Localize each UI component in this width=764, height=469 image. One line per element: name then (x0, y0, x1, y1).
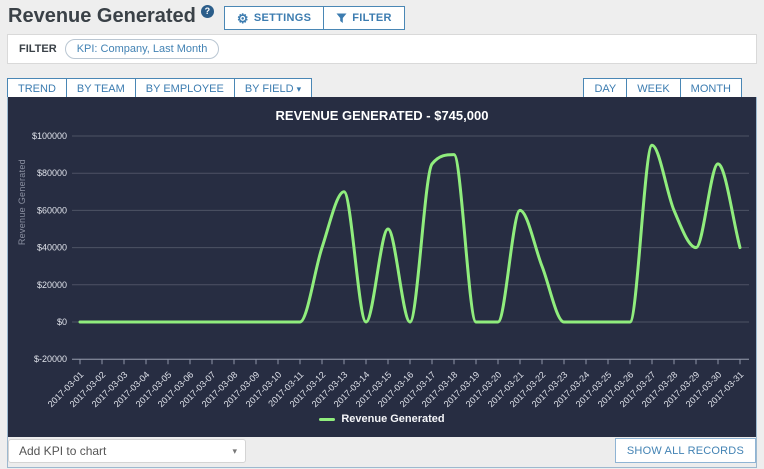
gear-icon: ⚙ (236, 10, 249, 26)
filter-bar: FILTER KPI: Company, Last Month (7, 34, 757, 64)
legend-label: Revenue Generated (341, 413, 445, 425)
svg-text:$100000: $100000 (32, 131, 67, 141)
y-axis-title: Revenue Generated (17, 159, 27, 246)
svg-text:$80000: $80000 (37, 168, 67, 178)
tab-week[interactable]: WEEK (626, 78, 681, 98)
tab-by-field-label: BY FIELD (244, 83, 294, 95)
legend-item-revenue-generated[interactable]: Revenue Generated (8, 413, 756, 425)
view-tabs: TREND BY TEAM BY EMPLOYEE BY FIELD ▾ (7, 78, 313, 98)
tab-trend[interactable]: TREND (7, 78, 67, 98)
chart-svg: $-20000 $0 $20000 $40000 $60000 $80000 $100000… (32, 131, 749, 409)
svg-text:$20000: $20000 (37, 280, 67, 290)
filter-bar-label: FILTER (19, 43, 57, 55)
tab-by-team[interactable]: BY TEAM (65, 78, 136, 98)
chart-panel: $-20000 $0 $20000 $40000 $60000 $80000 $100000… (7, 97, 757, 468)
tab-day[interactable]: DAY (583, 78, 628, 98)
chevron-down-icon: ▾ (296, 84, 302, 94)
svg-text:$60000: $60000 (37, 205, 67, 215)
tab-by-employee[interactable]: BY EMPLOYEE (134, 78, 235, 98)
legend-line-icon (319, 417, 336, 421)
filter-button[interactable]: FILTER (323, 6, 405, 30)
chart-title: REVENUE GENERATED - $745,000 (275, 108, 489, 123)
chart-area: $-20000 $0 $20000 $40000 $60000 $80000 $100000… (8, 97, 756, 437)
add-kpi-select-value: Add KPI to chart (19, 444, 107, 458)
select-caret-icon: ▾ (232, 445, 237, 456)
svg-text:$-20000: $-20000 (34, 354, 67, 364)
period-tabs: DAY WEEK MONTH (583, 78, 742, 98)
header-button-group: ⚙ SETTINGS FILTER (223, 6, 405, 30)
settings-button-label: SETTINGS (253, 12, 312, 24)
panel-footer: Add KPI to chart ▾ SHOW ALL RECORDS (8, 437, 756, 466)
svg-text:$40000: $40000 (37, 243, 67, 253)
show-all-records-button[interactable]: SHOW ALL RECORDS (614, 438, 756, 463)
funnel-icon (336, 13, 347, 23)
tab-month[interactable]: MONTH (679, 78, 742, 98)
page-title: Revenue Generated (8, 5, 196, 27)
help-icon[interactable]: ? (200, 5, 214, 18)
filter-chip-kpi[interactable]: KPI: Company, Last Month (64, 39, 220, 59)
filter-button-label: FILTER (352, 12, 392, 24)
page-header: Revenue Generated ? ⚙ SETTINGS FILTER (8, 3, 405, 33)
settings-button[interactable]: ⚙ SETTINGS (223, 6, 325, 30)
add-kpi-select[interactable]: Add KPI to chart ▾ (8, 439, 246, 463)
svg-text:$0: $0 (57, 317, 67, 327)
tab-by-field[interactable]: BY FIELD ▾ (233, 78, 313, 98)
